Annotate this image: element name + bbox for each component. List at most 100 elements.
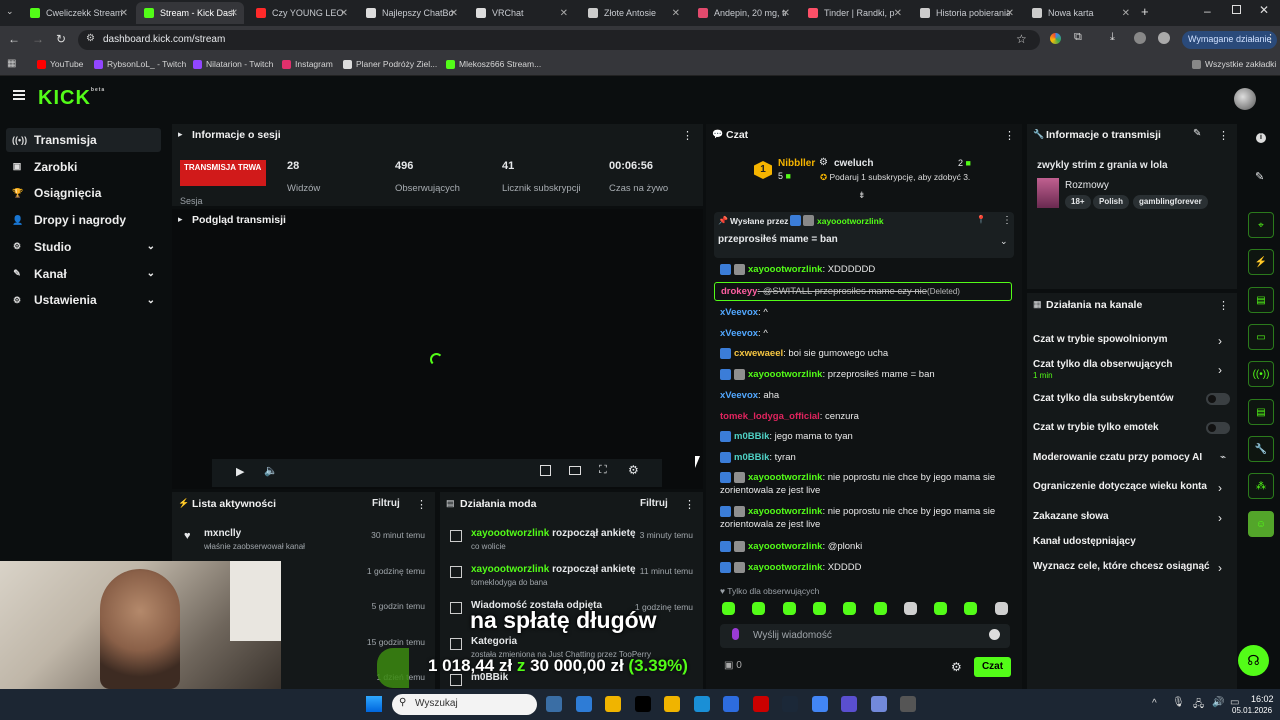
app-icon[interactable] <box>900 696 916 712</box>
puzzle-icon[interactable]: ⧉ <box>1074 31 1082 44</box>
mod-filter-button[interactable]: Filtruj <box>640 498 668 509</box>
emote-icon[interactable] <box>843 602 857 615</box>
channel-action-label[interactable]: Czat tylko dla obserwujących <box>1033 359 1173 370</box>
tab-close-icon[interactable]: ✕ <box>340 8 348 19</box>
chat-message[interactable]: tomek_lodyga_official: cenzura <box>720 411 859 422</box>
chat-message[interactable]: xVeevox: aha <box>720 390 779 401</box>
browser-tab[interactable]: Andepin, 20 mg, ta ✕ <box>690 2 796 24</box>
stream-tag[interactable]: gamblingforever <box>1133 195 1208 209</box>
kick-logo[interactable]: KICKbeta <box>38 87 105 110</box>
browser-tab[interactable]: Stream - Kick Dashboard✕ <box>136 2 244 24</box>
tab-close-icon[interactable]: ✕ <box>782 8 790 19</box>
browser-tab[interactable]: Cweliczekk Stream ✕ <box>22 2 134 24</box>
chat-message[interactable]: m0BBik: tyran <box>720 452 796 463</box>
mod-menu-icon[interactable]: ⋮ <box>684 498 695 511</box>
clock-time[interactable]: 16:02 <box>1251 694 1274 704</box>
chat-username[interactable]: xayoootworzlink <box>748 264 822 275</box>
tab-close-icon[interactable]: ✕ <box>450 8 458 19</box>
pinned-message[interactable]: 📌 Wysłane przez xayoootworzlink 📍 ⋮ prze… <box>714 212 1014 258</box>
volume-tray-icon[interactable]: 🔊 <box>1212 697 1224 708</box>
folder-icon[interactable] <box>664 696 680 712</box>
close-window-button[interactable]: ✕ <box>1259 3 1269 17</box>
pip-icon[interactable] <box>540 465 551 476</box>
chat-message[interactable]: drokeyy: @SWITALL przeprosiłes mame czy … <box>714 282 1012 301</box>
sidebar-item-studio[interactable]: ⚙ Studio ⌄ <box>6 235 161 259</box>
teams-icon[interactable] <box>841 696 857 712</box>
chat-message[interactable]: xayoootworzlink: nie poprostu nie chce b… <box>720 472 995 483</box>
bookmark-item[interactable]: Mlekosz666 Stream... <box>446 59 541 69</box>
toggle-switch[interactable] <box>1206 393 1230 405</box>
chat-username[interactable]: xVeevox <box>720 328 758 339</box>
sidebar-item-transmisja[interactable]: ((•)) Transmisja <box>6 128 161 152</box>
tab-close-icon[interactable]: ✕ <box>1006 8 1014 19</box>
tab-close-icon[interactable]: ✕ <box>1122 8 1130 19</box>
chevron-right-icon[interactable]: › <box>1218 363 1222 377</box>
url-bar[interactable]: ⚙ dashboard.kick.com/stream ☆ <box>78 30 1040 50</box>
theater-icon[interactable] <box>569 466 581 475</box>
pinned-menu-icon[interactable]: ⋮ <box>1002 215 1012 226</box>
server-icon[interactable]: ▤ <box>1248 399 1274 425</box>
account-icon[interactable] <box>1158 32 1170 44</box>
chat-send-button[interactable]: Czat <box>974 657 1011 677</box>
chat-username[interactable]: m0BBik <box>734 452 769 463</box>
extension-icon[interactable] <box>1050 33 1061 44</box>
browser-tab[interactable]: Złote Antosie ✕ <box>580 2 686 24</box>
chat-input[interactable]: Wyślij wiadomość <box>720 624 1010 648</box>
microphone-icon[interactable] <box>732 628 739 640</box>
toggle-switch[interactable] <box>1206 422 1230 434</box>
chat-message[interactable]: cxwewaeel: boi sie gumowego ucha <box>720 348 888 359</box>
channel-action-label[interactable]: Ograniczenie dotyczące wieku konta <box>1033 481 1207 492</box>
chevron-right-icon[interactable]: › <box>1218 511 1222 525</box>
hamburger-menu-icon[interactable] <box>13 90 25 100</box>
sidebar-item-osignicia[interactable]: 🏆 Osiągnięcia <box>6 181 161 205</box>
download-icon[interactable]: ⤓ <box>1110 31 1115 44</box>
chat-settings-icon[interactable]: ⚙ <box>951 660 962 674</box>
tab-close-icon[interactable]: ✕ <box>120 8 128 19</box>
chat-message[interactable]: xayoootworzlink: nie poprostu nie chce b… <box>720 506 995 517</box>
browser-tab[interactable]: Tinder | Randki, p ✕ <box>800 2 908 24</box>
channel-action-label[interactable]: Kanał udostępniający <box>1033 536 1136 547</box>
chrome-icon[interactable] <box>811 696 828 712</box>
tab-close-icon[interactable]: ✕ <box>672 8 680 19</box>
pencil-icon[interactable]: ✎ <box>1255 170 1264 183</box>
user-avatar[interactable] <box>1234 88 1256 110</box>
chat-username[interactable]: xVeevox <box>720 390 758 401</box>
chat-menu-icon[interactable]: ⋮ <box>1004 129 1015 142</box>
unpin-icon[interactable]: 📍 <box>976 215 986 224</box>
emote-icon[interactable] <box>994 602 1008 615</box>
steam-icon[interactable] <box>782 696 798 712</box>
chat-message[interactable]: xayoootworzlink: XDDDD <box>720 562 862 573</box>
session-menu-icon[interactable]: ⋮ <box>682 129 693 142</box>
expand-chevron-icon[interactable]: ⌄ <box>1000 236 1008 247</box>
tab-list-icon[interactable]: ⌄ <box>6 6 14 17</box>
support-chat-icon[interactable]: ☊ <box>1238 645 1269 676</box>
message-icon[interactable]: ▭ <box>1248 324 1274 350</box>
browser-tab[interactable]: Najlepszy ChatBot ✕ <box>358 2 464 24</box>
site-info-icon[interactable]: ⚙ <box>86 33 95 44</box>
opera-icon[interactable] <box>752 696 769 712</box>
broadcast-icon[interactable]: ((•)) <box>1248 361 1274 387</box>
bookmark-item[interactable]: RybsonLoL_ - Twitch <box>94 59 186 69</box>
microphone-tray-icon[interactable]: 🎙 <box>1172 697 1185 708</box>
chart-icon[interactable]: ⌁ <box>1220 452 1226 463</box>
emote-icon[interactable] <box>873 602 887 615</box>
profile-icon[interactable] <box>1134 32 1146 44</box>
new-tab-button[interactable]: + <box>1141 4 1149 19</box>
emoji-icon[interactable] <box>989 629 1000 640</box>
chat-message[interactable]: xVeevox: ^ <box>720 307 768 318</box>
chat-message[interactable]: xayoootworzlink: @plonki <box>720 541 862 552</box>
gift-sub-prompt[interactable]: ✪ Podaruj 1 subskrypcję, aby zdobyć 3. <box>820 172 970 183</box>
browser-tab[interactable]: Czy YOUNG LEOSIA✕ <box>248 2 354 24</box>
clock-date[interactable]: 05.01.2026 <box>1232 706 1272 715</box>
channel-action-label[interactable]: Czat tylko dla subskrybentów <box>1033 393 1174 404</box>
settings-icon[interactable]: ⚙ <box>628 463 639 477</box>
chat-message[interactable]: xayoootworzlink: przeprosiłeś mame = ban <box>720 369 935 380</box>
scan-icon[interactable]: ⌖ <box>1248 212 1274 238</box>
lightning-icon[interactable]: ⚡ <box>1248 249 1274 275</box>
fullscreen-icon[interactable]: ⛶ <box>599 464 607 477</box>
discord-icon[interactable] <box>870 696 887 712</box>
file-explorer-icon[interactable] <box>605 696 621 712</box>
emote-icon[interactable] <box>722 602 735 615</box>
chat-username[interactable]: xayoootworzlink <box>748 472 822 483</box>
bookmark-item[interactable]: Planer Podróży Ziel... <box>343 59 437 69</box>
